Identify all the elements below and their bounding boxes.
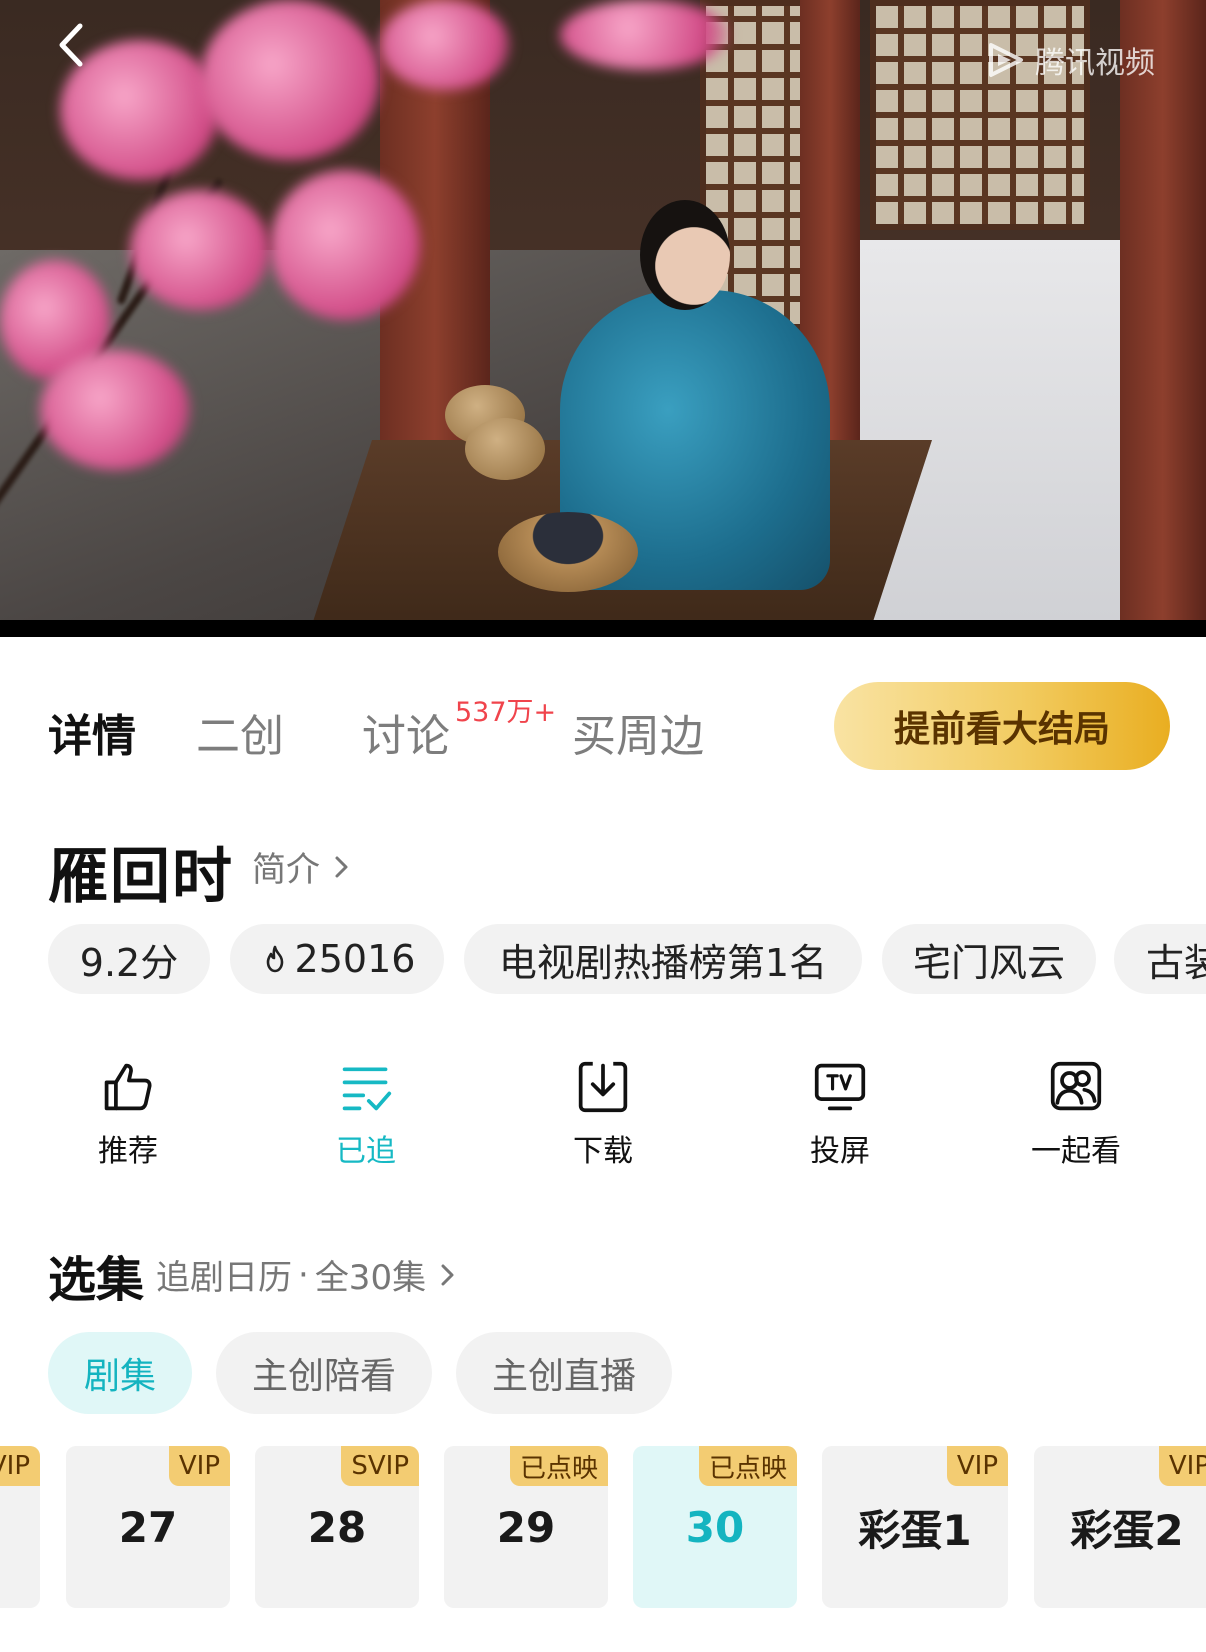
recommend-label: 推荐 [98,1134,158,1169]
episode-tile[interactable]: 29 已点映 [444,1446,608,1608]
tab-details[interactable]: 详情 [48,700,136,764]
episodes-calendar-link[interactable]: 追剧日历 · 全30集 [156,1250,462,1299]
chevron-right-icon [441,1264,454,1285]
rating-chip[interactable]: 9.2分 [48,924,210,994]
episode-number: 28 [307,1502,367,1552]
vip-badge: VIP [0,1446,40,1486]
show-title: 雁回时 [48,842,234,912]
blossom [270,170,420,320]
tag-chip-row: 9.2分 25016 电视剧热播榜第1名 宅门风云 古装 [48,924,1206,996]
svip-badge: SVIP [341,1446,419,1486]
followed-list-icon [342,1067,392,1111]
genre-chip[interactable]: 古装 [1114,924,1206,994]
bonus-episode-tile[interactable]: 彩蛋2 VIP [1034,1446,1206,1608]
pill-episodes[interactable]: 剧集 [48,1332,192,1414]
followed-button[interactable]: 已追 [296,1060,436,1170]
vip-badge: VIP [168,1446,230,1486]
letterbox-bar [0,620,1206,637]
episode-list: VIP 27 VIP 28 SVIP 29 已点映 30 已点映 彩蛋1 VIP… [0,1446,1206,1608]
video-player[interactable]: 腾讯视频 [0,0,1206,637]
intro-link[interactable]: 简介 [252,842,356,891]
episode-number: 29 [496,1502,556,1552]
genre-text: 宅门风云 [912,940,1065,985]
cast-screen-button[interactable]: 投屏 [770,1060,910,1170]
thumbs-up-icon [104,1063,152,1111]
episode-tile-current[interactable]: 30 已点映 [633,1446,797,1608]
lattice-window [870,0,1090,230]
blossom [200,0,380,160]
chevron-right-icon [335,856,348,877]
watermark-text: 腾讯视频 [1035,46,1155,81]
recommend-button[interactable]: 推荐 [58,1060,198,1170]
premiered-badge: 已点映 [698,1446,797,1486]
cast-screen-label: 投屏 [810,1134,870,1169]
watch-finale-early-button[interactable]: 提前看大结局 [834,682,1170,770]
pill-cast-companion[interactable]: 主创陪看 [216,1332,432,1414]
download-button[interactable]: 下载 [533,1060,673,1170]
popularity-text: 25016 [294,937,416,981]
tencent-video-logo-icon [989,43,1023,77]
tv-cast-icon [814,1063,866,1111]
discussion-count-badge: 537万+ [455,697,557,728]
popularity-chip[interactable]: 25016 [230,924,444,994]
premiered-badge: 已点映 [509,1446,608,1486]
tea-pot [465,418,545,480]
download-label: 下载 [573,1134,633,1169]
intro-label: 简介 [252,850,320,890]
flame-icon [266,945,283,973]
vip-badge: VIP [946,1446,1008,1486]
episode-number: 彩蛋2 [1070,1505,1184,1555]
episode-number: 27 [118,1502,178,1552]
chevron-left-icon [59,23,83,67]
tab-discussion[interactable]: 讨论 [362,700,450,764]
tencent-video-watermark: 腾讯视频 [985,38,1155,82]
download-icon [578,1061,628,1113]
detail-tab-bar: 详情 二创 讨论 537万+ 买周边 提前看大结局 [0,660,1206,790]
genre-text: 古装 [1146,940,1206,985]
herb-basket [498,512,638,592]
calendar-label: 追剧日历 [156,1258,292,1298]
watch-together-icon [1050,1061,1102,1111]
watch-together-label: 一起看 [1031,1134,1121,1169]
tab-fan-creations[interactable]: 二创 [196,700,284,764]
episode-tile[interactable]: 27 VIP [66,1446,230,1608]
tab-overflow-fade [760,660,830,790]
episode-tile[interactable]: 28 SVIP [255,1446,419,1608]
blossom [40,350,190,470]
ranking-chip[interactable]: 电视剧热播榜第1名 [464,924,862,994]
red-pillar [1120,0,1206,637]
tab-merchandise[interactable]: 买周边 [572,700,704,764]
rating-text: 9.2分 [79,940,179,985]
pill-cast-live[interactable]: 主创直播 [456,1332,672,1414]
back-button[interactable] [48,20,98,70]
separator-dot: · [298,1254,309,1295]
episodes-section-title: 选集 [48,1252,145,1308]
vip-badge: VIP [1158,1446,1206,1486]
watch-together-button[interactable]: 一起看 [1006,1060,1146,1170]
followed-label: 已追 [336,1134,396,1169]
genre-chip[interactable]: 宅门风云 [882,924,1096,994]
white-wall [850,240,1156,637]
blossom [380,0,510,90]
episode-number: 彩蛋1 [858,1505,972,1555]
blossom [130,190,270,310]
episode-number: 30 [685,1502,745,1552]
bonus-episode-tile[interactable]: 彩蛋1 VIP [822,1446,1008,1608]
ranking-text: 电视剧热播榜第1名 [498,940,828,985]
episode-tile[interactable]: VIP [0,1446,40,1608]
blossom [560,0,730,70]
total-episodes-label: 全30集 [314,1258,427,1298]
actress-head [640,200,730,310]
